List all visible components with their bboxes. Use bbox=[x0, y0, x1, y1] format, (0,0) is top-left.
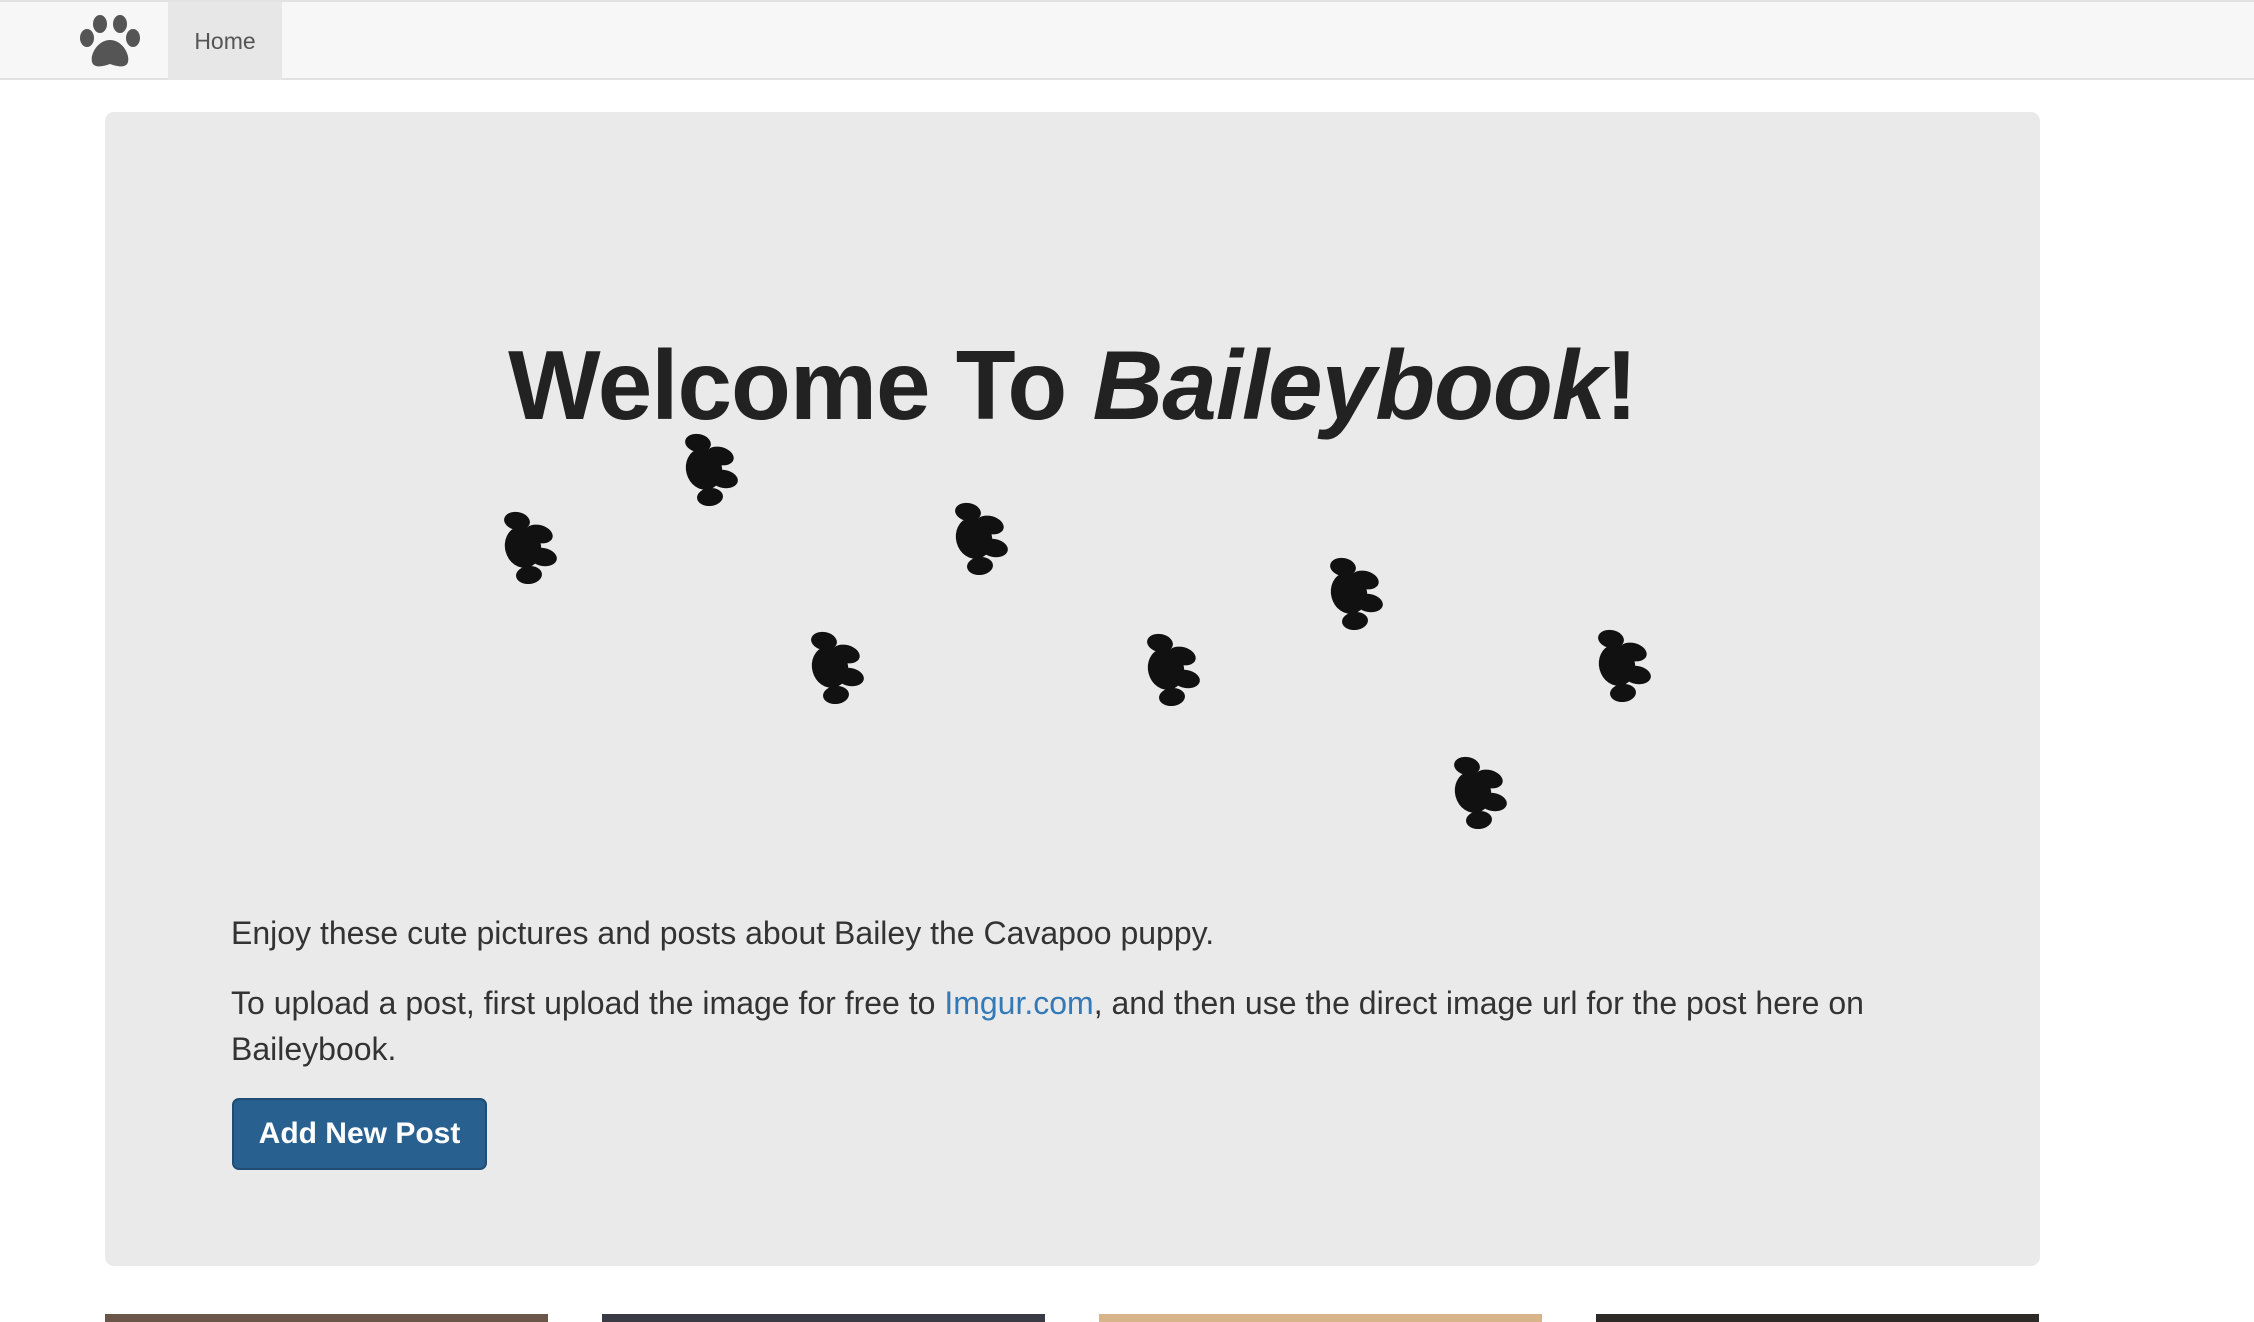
upload-text-before: To upload a post, first upload the image… bbox=[231, 985, 945, 1021]
paw-prints-decoration bbox=[500, 431, 1653, 831]
paw-print-icon bbox=[681, 431, 740, 508]
post-thumbnail[interactable] bbox=[105, 1314, 548, 1322]
paw-icon bbox=[80, 15, 140, 67]
paw-print-icon bbox=[1326, 555, 1385, 632]
brand-paw-icon[interactable] bbox=[70, 10, 150, 74]
nav-home-link[interactable]: Home bbox=[168, 2, 282, 80]
intro-text: Enjoy these cute pictures and posts abou… bbox=[231, 915, 1215, 951]
paw-print-icon bbox=[951, 500, 1010, 577]
upload-instructions: To upload a post, first upload the image… bbox=[231, 980, 1951, 1072]
navbar: Home bbox=[0, 0, 2254, 80]
paw-print-icon bbox=[1143, 631, 1202, 708]
imgur-link[interactable]: Imgur.com bbox=[944, 985, 1093, 1021]
paw-print-icon bbox=[500, 509, 559, 586]
paw-print-icon bbox=[1450, 754, 1509, 831]
paw-print-icon bbox=[807, 629, 866, 706]
add-new-post-button[interactable]: Add New Post bbox=[232, 1098, 487, 1170]
post-thumbnail[interactable] bbox=[1099, 1314, 1542, 1322]
paw-print-icon bbox=[1594, 627, 1653, 704]
post-thumbnail[interactable] bbox=[1596, 1314, 2039, 1322]
post-thumbnail[interactable] bbox=[602, 1314, 1045, 1322]
